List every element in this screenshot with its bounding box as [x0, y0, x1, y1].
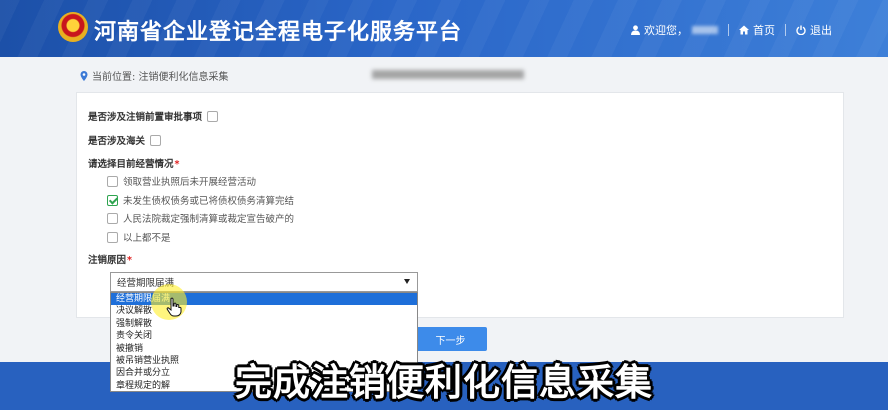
home-icon [739, 25, 749, 35]
welcome-text: 欢迎您， [644, 24, 688, 37]
username-redacted [692, 26, 718, 34]
customs-checkbox[interactable] [150, 134, 162, 146]
hand-cursor-icon [166, 297, 182, 317]
user-icon [631, 25, 640, 35]
user-welcome[interactable]: 欢迎您， [631, 22, 718, 38]
status-option[interactable]: 未发生债权债务或已将债权债务清算完结 [107, 193, 294, 207]
national-emblem-icon [58, 12, 88, 42]
status-question: 请选择目前经营情况* [88, 156, 179, 170]
status-option-label: 人民法院裁定强制清算或裁定宣告破产的 [123, 214, 295, 225]
pre-approval-question: 是否涉及注销前置审批事项 [88, 109, 219, 123]
power-icon [796, 25, 806, 35]
status-option-label: 领取营业执照后未开展经营活动 [123, 177, 257, 188]
top-nav: 欢迎您， 首页 退出 [631, 22, 832, 38]
customs-question: 是否涉及海关 [88, 133, 162, 147]
location-pin-icon [80, 70, 88, 81]
status-option-label: 以上都不是 [123, 233, 171, 244]
caret-down-icon [404, 279, 410, 284]
breadcrumb-text: 当前位置: 注销便利化信息采集 [92, 72, 229, 83]
company-name-redacted [372, 70, 524, 79]
pre-approval-label: 是否涉及注销前置审批事项 [88, 112, 203, 123]
logout-link[interactable]: 退出 [796, 22, 832, 38]
home-label: 首页 [753, 24, 775, 37]
nav-divider [728, 24, 729, 36]
required-mark: * [174, 159, 180, 170]
reason-label: 注销原因* [88, 255, 132, 266]
logout-label: 退出 [810, 24, 832, 37]
status-option-label: 未发生债权债务或已将债权债务清算完结 [123, 196, 295, 207]
site-title: 河南省企业登记全程电子化服务平台 [94, 20, 463, 45]
status-option-checkbox[interactable] [107, 175, 118, 187]
status-option-checkbox-checked[interactable] [107, 194, 118, 206]
app-header: 河南省企业登记全程电子化服务平台 欢迎您， 首页 退出 [0, 0, 888, 57]
status-label: 请选择目前经营情况* [88, 159, 180, 170]
status-option-checkbox[interactable] [107, 212, 118, 224]
reason-question: 注销原因* [88, 252, 132, 266]
required-mark: * [127, 255, 132, 266]
status-option[interactable]: 以上都不是 [107, 230, 171, 244]
nav-divider [785, 24, 786, 36]
home-link[interactable]: 首页 [739, 22, 775, 38]
dropdown-option[interactable]: 强制解散 [111, 318, 417, 330]
breadcrumb: 当前位置: 注销便利化信息采集 [80, 68, 229, 83]
next-step-button[interactable]: 下一步 [414, 327, 487, 351]
status-option[interactable]: 人民法院裁定强制清算或裁定宣告破产的 [107, 211, 294, 225]
status-option-checkbox[interactable] [107, 231, 118, 243]
video-caption: 完成注销便利化信息采集 [235, 361, 653, 404]
customs-label: 是否涉及海关 [88, 136, 146, 147]
status-option[interactable]: 领取营业执照后未开展经营活动 [107, 174, 256, 188]
pre-approval-checkbox[interactable] [207, 110, 219, 122]
dropdown-option[interactable]: 责令关闭 [111, 330, 417, 342]
